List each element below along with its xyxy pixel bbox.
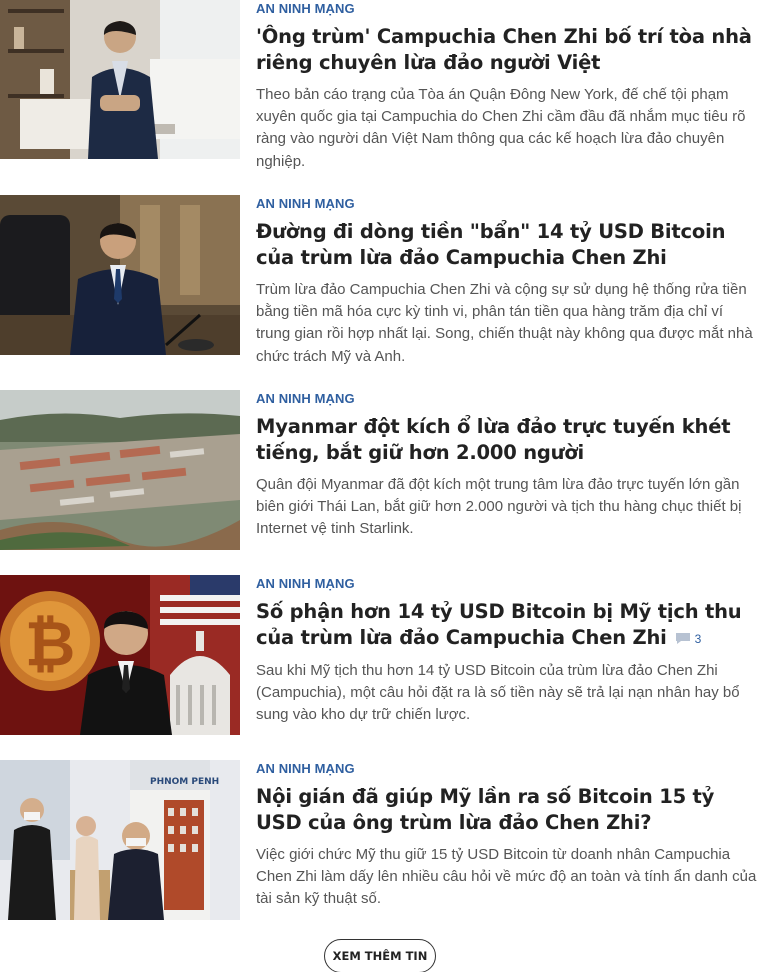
article-thumbnail[interactable]: ₿ — [0, 575, 240, 735]
ceremony-photo: PHNOM PENH — [0, 760, 240, 920]
load-more-container: XEM THÊM TIN — [0, 939, 760, 972]
article-summary: Trùm lừa đảo Campuchia Chen Zhi và cộng … — [256, 281, 753, 365]
bitcoin-portrait-photo: ₿ — [0, 575, 240, 735]
aerial-compound-photo — [0, 390, 240, 550]
sign-text: PHNOM PENH — [150, 777, 219, 787]
article-summary: Việc giới chức Mỹ thu giữ 15 tỷ USD Bitc… — [256, 846, 757, 908]
article-title[interactable]: Nội gián đã giúp Mỹ lần ra số Bitcoin 15… — [256, 784, 760, 836]
article-category[interactable]: AN NINH MẠNG — [256, 390, 355, 408]
comment-count[interactable]: 3 — [675, 626, 701, 652]
svg-text:₿: ₿ — [25, 607, 76, 680]
office-photo — [0, 0, 240, 159]
article-title[interactable]: Myanmar đột kích ổ lừa đảo trực tuyến kh… — [256, 414, 760, 466]
article-category[interactable]: AN NINH MẠNG — [256, 760, 355, 778]
article-item: AN NINH MẠNG Myanmar đột kích ổ lừa đảo … — [0, 390, 760, 555]
article-summary: Sau khi Mỹ tịch thu hơn 14 tỷ USD Bitcoi… — [256, 661, 740, 723]
article-category[interactable]: AN NINH MẠNG — [256, 0, 355, 18]
comment-count-value: 3 — [694, 631, 702, 646]
article-title[interactable]: Số phận hơn 14 tỷ USD Bitcoin bị Mỹ tịch… — [256, 599, 760, 652]
article-summary: Quân đội Myanmar đã đột kích một trung t… — [256, 476, 742, 538]
comment-icon — [675, 633, 690, 644]
article-item: PHNOM PENH AN NINH MẠNG Nội gián đã giúp… — [0, 760, 760, 925]
article-thumbnail[interactable] — [0, 195, 240, 355]
article-summary: Theo bản cáo trạng của Tòa án Quận Đông … — [256, 86, 746, 170]
meeting-photo — [0, 195, 240, 355]
article-thumbnail[interactable] — [0, 390, 240, 550]
article-thumbnail[interactable] — [0, 0, 240, 159]
article-category[interactable]: AN NINH MẠNG — [256, 195, 355, 213]
article-category[interactable]: AN NINH MẠNG — [256, 575, 355, 593]
article-thumbnail[interactable]: PHNOM PENH — [0, 760, 240, 920]
article-title[interactable]: Đường đi dòng tiền "bẩn" 14 tỷ USD Bitco… — [256, 219, 760, 271]
article-item: AN NINH MẠNG 'Ông trùm' Campuchia Chen Z… — [0, 0, 760, 170]
load-more-button[interactable]: XEM THÊM TIN — [324, 939, 436, 972]
article-title-text[interactable]: Số phận hơn 14 tỷ USD Bitcoin bị Mỹ tịch… — [256, 600, 742, 649]
article-item: ₿ AN NINH MẠNG Số phận hơn 14 tỷ USD Bit… — [0, 575, 760, 740]
article-title[interactable]: 'Ông trùm' Campuchia Chen Zhi bố trí tòa… — [256, 24, 760, 76]
article-item: AN NINH MẠNG Đường đi dòng tiền "bẩn" 14… — [0, 195, 760, 365]
